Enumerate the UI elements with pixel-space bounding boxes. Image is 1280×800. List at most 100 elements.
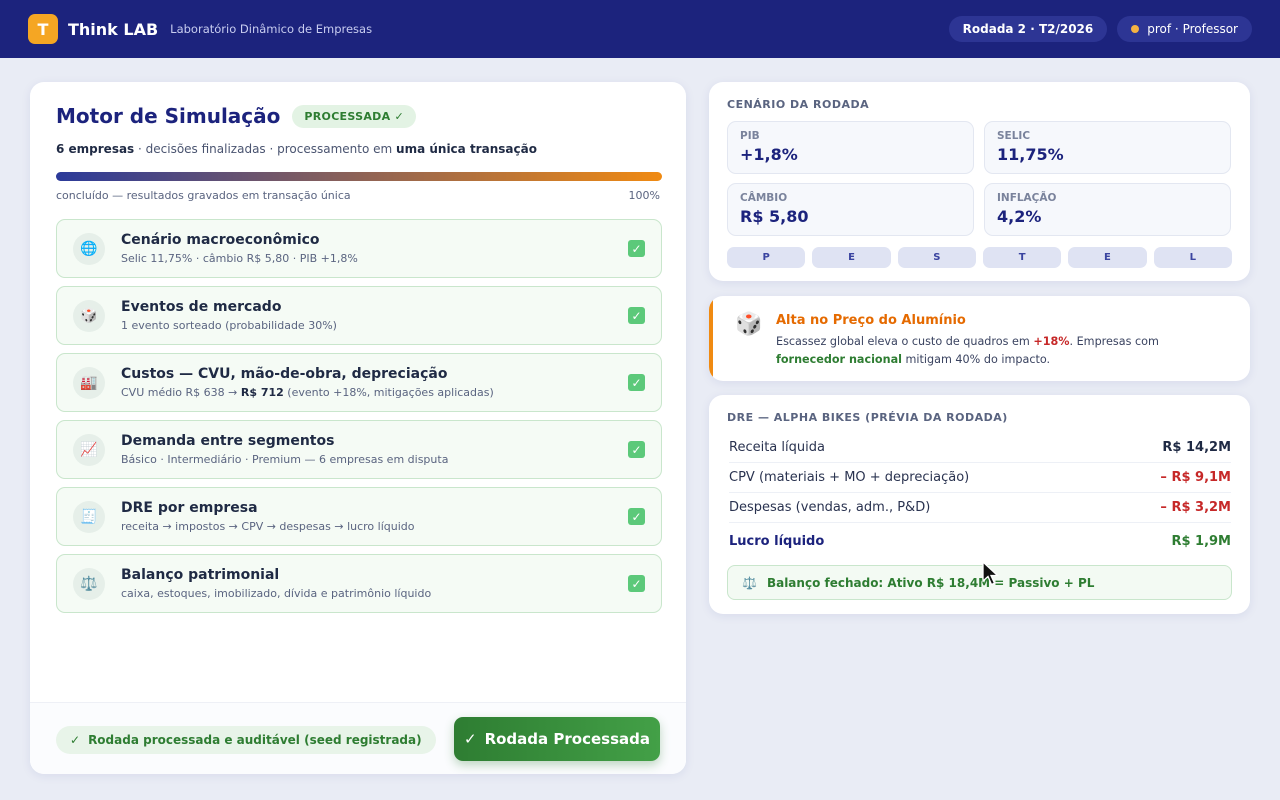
step-demand: 📈 Demanda entre segmentos Básico · Inter…	[56, 420, 662, 479]
step-desc: receita → impostos → CPV → despesas → lu…	[121, 520, 415, 533]
dre-label: CPV (materiais + MO + depreciação)	[729, 470, 970, 485]
subtitle-strong: uma única transação	[396, 142, 537, 156]
event-description: Escassez global eleva o custo de quadros…	[776, 333, 1226, 369]
metric-label: SELIC	[997, 130, 1031, 142]
dre-value: R$ 14,2M	[1162, 440, 1231, 455]
metric-pib: PIB +1,8%	[727, 121, 974, 174]
dice-icon: 🎲	[73, 299, 105, 332]
scale-icon: ⚖️	[742, 575, 757, 590]
panel-footer: ✓ Rodada processada e auditável (seed re…	[30, 702, 686, 774]
button-label: Rodada Processada	[484, 730, 650, 748]
dice-icon: 🎲	[735, 312, 763, 337]
round-processed-button[interactable]: ✓ Rodada Processada	[454, 717, 660, 761]
step-costs: 🏭 Custos — CVU, mão-de-obra, depreciação…	[56, 353, 662, 412]
desc-post: (evento +18%, mitigações aplicadas)	[283, 386, 494, 399]
step-title: Demanda entre segmentos	[121, 433, 335, 449]
check-icon: ✓	[628, 374, 645, 391]
progress-percent: 100%	[628, 189, 660, 202]
companies-count: 6 empresas	[56, 142, 135, 156]
check-icon: ✓	[464, 730, 477, 748]
step-title: DRE por empresa	[121, 500, 258, 516]
dre-label: Despesas (vendas, adm., P&D)	[729, 500, 931, 515]
dre-table: Receita líquida R$ 14,2M CPV (materiais …	[729, 433, 1231, 559]
event-title: Alta no Preço do Alumínio	[776, 313, 966, 328]
step-title: Cenário macroeconômico	[121, 232, 320, 248]
step-desc: 1 evento sorteado (probabilidade 30%)	[121, 319, 337, 332]
balance-check: ⚖️ Balanço fechado: Ativo R$ 18,4M = Pas…	[727, 565, 1232, 600]
dre-row-net-income: Lucro líquido R$ 1,9M	[729, 523, 1231, 559]
app-logo: T	[28, 14, 58, 44]
event-desc-part: Escassez global eleva o custo de quadros…	[776, 335, 1034, 348]
metric-value: +1,8%	[740, 145, 798, 164]
event-impact: +18%	[1033, 335, 1070, 348]
pestel-chip-political[interactable]: P	[727, 247, 806, 268]
status-dot-icon	[1131, 25, 1140, 33]
mouse-cursor-icon	[982, 561, 1000, 586]
globe-icon: 🌐	[73, 232, 105, 265]
step-title: Eventos de mercado	[121, 299, 282, 315]
user-label: prof · Professor	[1147, 22, 1238, 36]
pestel-chip-social[interactable]: S	[897, 247, 976, 268]
chart-up-icon: 📈	[73, 433, 105, 466]
step-events: 🎲 Eventos de mercado 1 evento sorteado (…	[56, 286, 662, 345]
metric-value: 11,75%	[997, 145, 1064, 164]
round-badge[interactable]: Rodada 2 · T2/2026	[948, 16, 1108, 42]
desc-pre: CVU médio R$ 638 →	[121, 386, 241, 399]
metric-selic: SELIC 11,75%	[984, 121, 1231, 174]
step-list: 🌐 Cenário macroeconômico Selic 11,75% · …	[56, 219, 662, 621]
page-title: Motor de Simulação	[56, 104, 281, 128]
brand-subtitle: Laboratório Dinâmico de Empresas	[170, 22, 373, 36]
user-menu[interactable]: prof · Professor	[1117, 16, 1252, 42]
pestel-chip-environmental[interactable]: E	[1068, 247, 1147, 268]
step-desc: CVU médio R$ 638 → R$ 712 (evento +18%, …	[121, 386, 628, 399]
simulation-subtitle: 6 empresas · decisões finalizadas · proc…	[56, 142, 537, 156]
section-label: CENÁRIO DA RODADA	[727, 98, 870, 111]
scenario-panel: CENÁRIO DA RODADA PIB +1,8% SELIC 11,75%…	[709, 82, 1250, 281]
simulation-panel: Motor de Simulação PROCESSADA ✓ 6 empres…	[30, 82, 686, 774]
pestel-chip-economic[interactable]: E	[812, 247, 891, 268]
audit-label: Rodada processada e auditável (seed regi…	[88, 733, 422, 747]
dre-panel: DRE — ALPHA BIKES (PRÉVIA DA RODADA) Rec…	[709, 395, 1250, 614]
step-title: Balanço patrimonial	[121, 567, 280, 583]
check-icon: ✓	[628, 441, 645, 458]
pestel-chip-legal[interactable]: L	[1153, 247, 1232, 268]
brand-name: Think LAB	[68, 19, 159, 39]
dre-row-expenses: Despesas (vendas, adm., P&D) – R$ 3,2M	[729, 493, 1231, 523]
check-icon: ✓	[70, 733, 81, 747]
dre-row-cogs: CPV (materiais + MO + depreciação) – R$ …	[729, 463, 1231, 493]
check-icon: ✓	[628, 307, 645, 324]
metric-cambio: CÂMBIO R$ 5,80	[727, 183, 974, 236]
market-event-card: 🎲 Alta no Preço do Alumínio Escassez glo…	[709, 296, 1250, 381]
section-label: DRE — ALPHA BIKES (PRÉVIA DA RODADA)	[727, 411, 1008, 424]
check-icon: ✓	[628, 575, 645, 592]
status-badge: PROCESSADA ✓	[292, 104, 417, 128]
progress-bar	[56, 172, 662, 181]
pestel-chips: P E S T E L	[727, 247, 1232, 268]
metric-value: R$ 5,80	[740, 207, 809, 226]
metric-label: INFLAÇÃO	[997, 192, 1057, 204]
metric-label: CÂMBIO	[740, 192, 788, 204]
dre-value: – R$ 9,1M	[1160, 470, 1231, 485]
metric-inflacao: INFLAÇÃO 4,2%	[984, 183, 1231, 236]
metric-label: PIB	[740, 130, 760, 142]
progress-label: concluído — resultados gravados em trans…	[56, 189, 351, 202]
step-desc: Selic 11,75% · câmbio R$ 5,80 · PIB +1,8…	[121, 252, 358, 265]
pestel-chip-technological[interactable]: T	[982, 247, 1062, 268]
step-title: Custos — CVU, mão-de-obra, depreciação	[121, 366, 448, 382]
event-desc-part: . Empresas com	[1069, 335, 1159, 348]
event-desc-part: mitigam 40% do impacto.	[901, 353, 1051, 366]
factory-icon: 🏭	[73, 366, 105, 399]
top-bar: T Think LAB Laboratório Dinâmico de Empr…	[0, 0, 1280, 58]
balance-assets: Balanço fechado: Ativo R$ 18,4M	[766, 575, 991, 590]
step-desc: caixa, estoques, imobilizado, dívida e p…	[121, 587, 432, 600]
event-accent-bar	[709, 296, 713, 381]
balance-text: Balanço fechado: Ativo R$ 18,4M = Passiv…	[767, 576, 1094, 590]
scale-icon: ⚖️	[73, 567, 105, 600]
dre-row-revenue: Receita líquida R$ 14,2M	[729, 433, 1231, 463]
dre-value: R$ 1,9M	[1171, 533, 1231, 549]
progress-fill	[56, 172, 662, 181]
receipt-icon: 🧾	[73, 500, 105, 533]
step-dre: 🧾 DRE por empresa receita → impostos → C…	[56, 487, 662, 546]
dre-label: Lucro líquido	[729, 533, 825, 549]
dre-value: – R$ 3,2M	[1160, 500, 1231, 515]
